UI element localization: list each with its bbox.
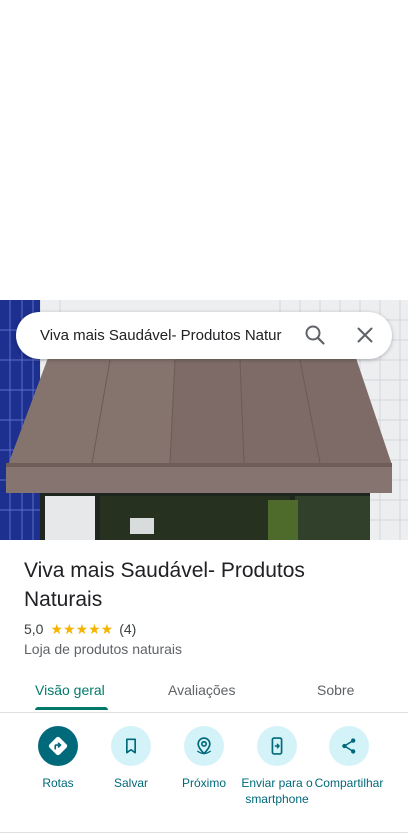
tab-about[interactable]: Sobre: [317, 680, 354, 700]
place-category: Loja de produtos naturais: [24, 641, 182, 657]
nearby-button[interactable]: Próximo: [164, 726, 244, 791]
share-icon: [329, 726, 369, 766]
tab-reviews[interactable]: Avaliações: [168, 680, 235, 700]
bottom-divider: [0, 832, 408, 833]
directions-button[interactable]: Rotas: [18, 726, 98, 791]
rating-row[interactable]: 5,0 ★★★★★ (4): [24, 620, 136, 638]
review-count: (4): [119, 621, 137, 637]
rating-value: 5,0: [24, 621, 44, 637]
tab-overview[interactable]: Visão geral: [35, 680, 105, 700]
star-rating-icon: ★★★★★: [50, 620, 114, 637]
share-button[interactable]: Compartilhar: [309, 726, 389, 791]
search-bar[interactable]: Viva mais Saudável- Produtos Natur: [16, 312, 392, 359]
directions-label: Rotas: [42, 776, 74, 790]
send-to-phone-icon: [257, 726, 297, 766]
share-label: Compartilhar: [314, 776, 384, 790]
tab-divider: [0, 712, 408, 713]
save-label: Salvar: [113, 776, 148, 790]
directions-icon: [38, 726, 78, 766]
send-to-phone-button[interactable]: Enviar para o smartphone: [237, 726, 317, 807]
send-to-phone-label: Enviar para o smartphone: [241, 776, 313, 806]
search-icon[interactable]: [303, 323, 327, 347]
close-icon[interactable]: [353, 323, 377, 347]
nearby-label: Próximo: [181, 776, 226, 790]
active-tab-indicator: [35, 707, 108, 710]
nearby-icon: [184, 726, 224, 766]
place-title: Viva mais Saudável- Produtos Naturais: [24, 559, 305, 611]
search-input[interactable]: Viva mais Saudável- Produtos Natur: [40, 312, 288, 359]
map-area[interactable]: [0, 0, 408, 300]
bookmark-icon: [111, 726, 151, 766]
save-button[interactable]: Salvar: [91, 726, 171, 791]
